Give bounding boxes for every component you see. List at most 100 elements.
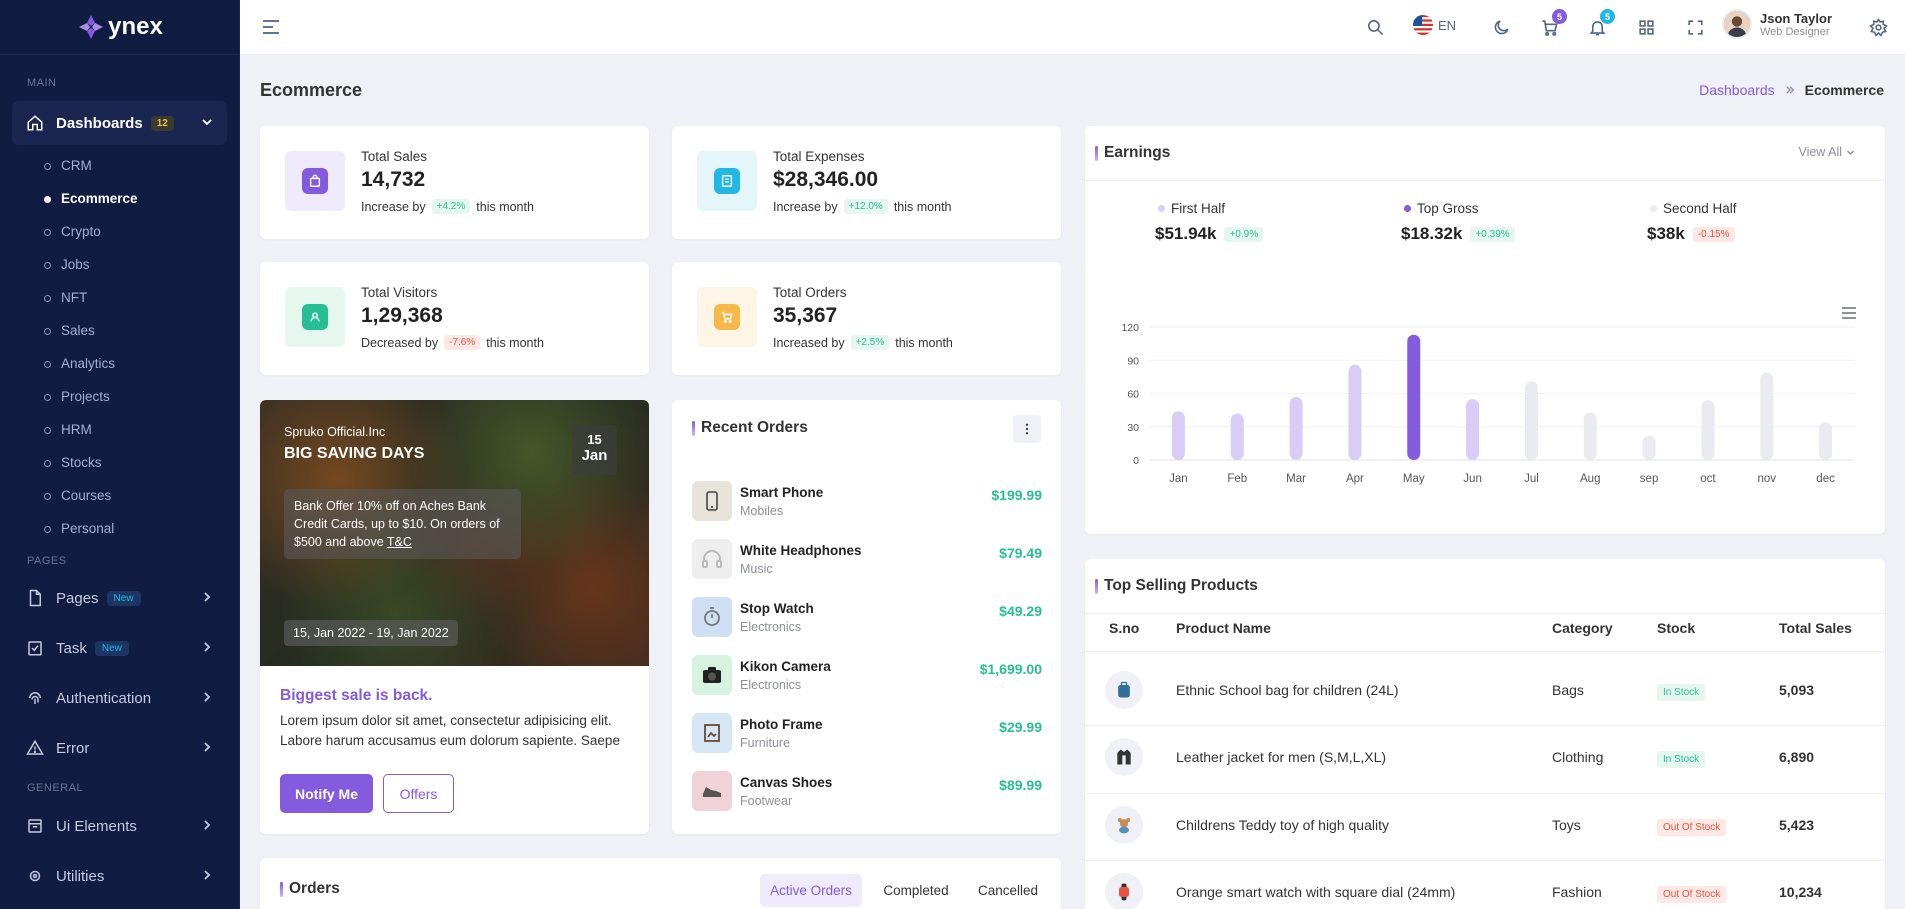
- brand-logo[interactable]: ynex: [76, 12, 163, 42]
- notification-count-badge: 5: [1600, 9, 1615, 24]
- stat-trend: Increased by +2.5% this month: [773, 335, 953, 350]
- home-icon: [26, 114, 44, 132]
- bar-feb[interactable]: [1230, 413, 1244, 460]
- offer-terms-link[interactable]: T&C: [387, 535, 412, 549]
- stat-trend: Increase by +12.0% this month: [773, 199, 952, 214]
- notifications-button[interactable]: 5: [1585, 9, 1615, 39]
- sidebar-subitem-analytics[interactable]: Analytics: [0, 347, 239, 380]
- user-profile-menu[interactable]: Json Taylor Web Designer: [1722, 9, 1832, 39]
- promo-card: Spruko Official.Inc BIG SAVING DAYS 15 J…: [260, 400, 649, 834]
- list-item[interactable]: Stop Watch Electronics $49.29: [692, 597, 1042, 647]
- bar-apr[interactable]: [1348, 364, 1362, 460]
- sidebar-item-authentication[interactable]: Authentication: [12, 676, 227, 720]
- list-item[interactable]: White Headphones Music $79.49: [692, 539, 1042, 589]
- order-price: $199.99: [991, 487, 1042, 503]
- list-item[interactable]: Canvas Shoes Footwear $89.99: [692, 771, 1042, 821]
- sidebar-item-task[interactable]: Task New: [12, 626, 227, 670]
- settings-button[interactable]: [1866, 15, 1890, 39]
- bar-jun[interactable]: [1466, 399, 1480, 460]
- sidebar-subitem-nft[interactable]: NFT: [0, 281, 239, 314]
- gear-icon: [1868, 17, 1888, 37]
- fullscreen-button[interactable]: [1683, 15, 1707, 39]
- sidebar-item-label: Pages: [56, 589, 99, 607]
- trend-text: Increase by: [361, 199, 426, 214]
- breadcrumb-link-dashboards[interactable]: Dashboards: [1699, 82, 1775, 98]
- sidebar-subitem-personal[interactable]: Personal: [0, 512, 239, 545]
- sidebar-item-pages[interactable]: Pages New: [12, 576, 227, 620]
- bar-sep[interactable]: [1642, 435, 1656, 460]
- sidebar-subitem-sales[interactable]: Sales: [0, 314, 239, 347]
- cart-count-badge: 5: [1552, 9, 1567, 24]
- cart-button[interactable]: 5: [1537, 9, 1567, 39]
- apps-button[interactable]: [1634, 15, 1658, 39]
- trend-suffix: this month: [895, 335, 953, 350]
- chevron-down-icon: [202, 119, 212, 126]
- tab-cancelled[interactable]: Cancelled: [962, 874, 1054, 907]
- sidebar-item-error[interactable]: Error: [12, 726, 227, 770]
- stat-value: 35,367: [773, 304, 838, 327]
- bar-mar[interactable]: [1289, 396, 1303, 460]
- product-name: Leather jacket for men (S,M,L,XL): [1176, 749, 1387, 765]
- fingerprint-icon: [26, 689, 44, 707]
- y-tick-label: 60: [1127, 389, 1139, 401]
- sidebar-item-dashboards[interactable]: Dashboards 12: [12, 101, 227, 145]
- sidebar-subitem-jobs[interactable]: Jobs: [0, 248, 239, 281]
- bar-dec[interactable]: [1819, 422, 1833, 460]
- row-divider: [1085, 793, 1885, 794]
- column-header-category: Category: [1552, 620, 1613, 636]
- sidebar-subitem-crypto[interactable]: Crypto: [0, 215, 239, 248]
- sidebar-subitem-projects[interactable]: Projects: [0, 380, 239, 413]
- recent-orders-more-button[interactable]: [1013, 415, 1041, 443]
- sidebar-item-ui-elements[interactable]: Ui Elements: [12, 804, 227, 848]
- kebab-menu-icon: [1025, 423, 1029, 435]
- chevron-right-icon: [204, 870, 211, 880]
- chevron-right-icon: [204, 742, 211, 752]
- orders-icon-wrap: [697, 287, 757, 347]
- y-tick-label: 90: [1127, 355, 1139, 367]
- sidebar-subitem-ecommerce[interactable]: Ecommerce: [0, 182, 239, 215]
- sidebar-item-label: Error: [56, 739, 90, 757]
- sidebar-subitem-crm[interactable]: CRM: [0, 149, 239, 182]
- list-item[interactable]: Kikon Camera Electronics $1,699.00: [692, 655, 1042, 705]
- list-item[interactable]: Smart Phone Mobiles $199.99: [692, 481, 1042, 531]
- trend-pill: -7.6%: [444, 335, 481, 350]
- theme-toggle-button[interactable]: [1489, 15, 1513, 39]
- banner-company: Spruko Official.Inc: [284, 425, 386, 439]
- brand[interactable]: ynex: [0, 0, 239, 55]
- offers-button[interactable]: Offers: [383, 774, 454, 813]
- logo-icon: [79, 15, 104, 39]
- fullscreen-icon: [1687, 19, 1703, 35]
- banner-period: 15, Jan 2022 - 19, Jan 2022: [284, 620, 458, 646]
- sidebar-subitem-hrm[interactable]: HRM: [0, 413, 239, 446]
- sidebar-item-label: Authentication: [56, 689, 152, 707]
- bar-oct[interactable]: [1701, 400, 1715, 460]
- sidebar-subitem-courses[interactable]: Courses: [0, 479, 239, 512]
- search-button[interactable]: [1363, 15, 1387, 39]
- language-selector[interactable]: EN: [1413, 15, 1456, 35]
- sidebar-item-utilities[interactable]: Utilities: [12, 854, 227, 898]
- bar-aug[interactable]: [1583, 412, 1597, 460]
- bar-may[interactable]: [1407, 334, 1421, 460]
- chart-menu-button[interactable]: [1841, 306, 1857, 320]
- trend-suffix: this month: [486, 335, 544, 350]
- bar-nov[interactable]: [1760, 372, 1774, 460]
- pages-new-badge: New: [106, 590, 141, 606]
- order-category: Electronics: [740, 620, 802, 634]
- bar-jan[interactable]: [1171, 411, 1185, 460]
- category-general: GENERAL: [27, 782, 84, 794]
- order-category: Music: [740, 562, 773, 576]
- menu-toggle-icon[interactable]: [261, 17, 281, 37]
- product-name: Ethnic School bag for children (24L): [1176, 682, 1399, 698]
- language-code: EN: [1438, 17, 1457, 33]
- sidebar-subitem-stocks[interactable]: Stocks: [0, 446, 239, 479]
- notify-me-button[interactable]: Notify Me: [280, 774, 373, 813]
- bar-jul[interactable]: [1524, 381, 1538, 460]
- list-item[interactable]: Photo Frame Furniture $29.99: [692, 713, 1042, 763]
- product-total-sales: 5,093: [1779, 682, 1815, 698]
- x-tick-label: Mar: [1286, 473, 1306, 485]
- tab-active-orders[interactable]: Active Orders: [760, 874, 862, 907]
- product-category: Clothing: [1552, 749, 1604, 765]
- tab-completed[interactable]: Completed: [870, 874, 962, 907]
- sidebar-item-label: Ui Elements: [56, 817, 137, 835]
- category-main: MAIN: [27, 77, 57, 89]
